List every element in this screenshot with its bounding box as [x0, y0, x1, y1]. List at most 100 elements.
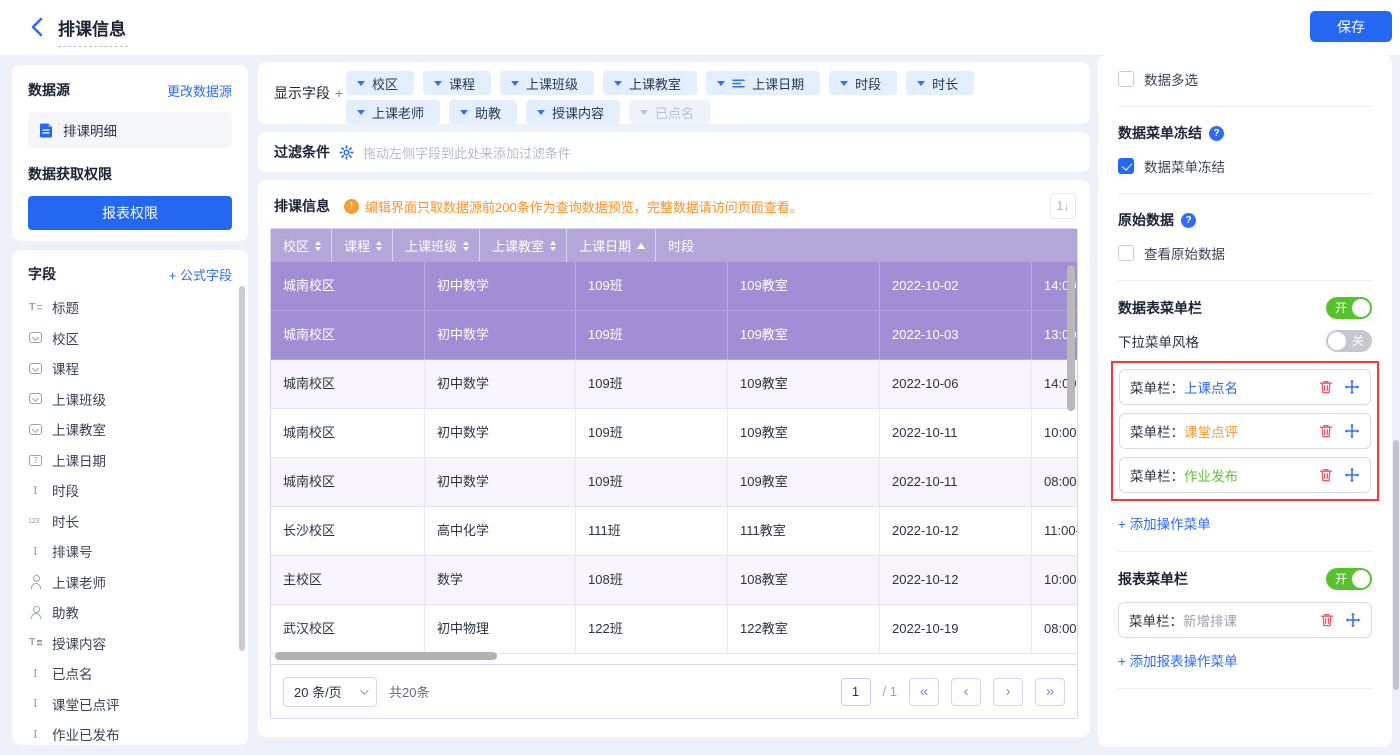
menu-bar-item[interactable]: 菜单栏： 课堂点评 — [1119, 413, 1371, 449]
sort-order-button[interactable]: 1↓ — [1050, 193, 1076, 219]
field-chip-label: 已点名 — [655, 103, 694, 122]
move-icon[interactable] — [1345, 612, 1361, 628]
first-page-button[interactable]: « — [909, 678, 939, 706]
cell-date: 2022-10-03 — [880, 311, 1032, 359]
field-chip[interactable]: 时段 — [829, 71, 897, 95]
add-report-action-menu-link[interactable]: + 添加报表操作菜单 — [1118, 650, 1238, 670]
trash-icon[interactable] — [1318, 467, 1334, 483]
freeze-option[interactable]: 数据菜单冻结 — [1118, 156, 1372, 176]
checkbox-icon[interactable] — [1118, 158, 1134, 174]
prev-page-button[interactable]: ‹ — [951, 678, 981, 706]
trash-icon[interactable] — [1318, 423, 1334, 439]
report-permission-button[interactable]: 报表权限 — [28, 196, 232, 230]
field-chip[interactable]: 上课班级 — [500, 71, 594, 95]
fields-scrollbar[interactable] — [239, 286, 245, 651]
menu-bar-item[interactable]: 菜单栏： 作业发布 — [1119, 457, 1371, 493]
field-chip[interactable]: 上课日期 — [706, 71, 820, 95]
add-action-menu-link[interactable]: + 添加操作菜单 — [1118, 513, 1211, 533]
table-header-row: 校区 课程 上课班级 上课教室 — [271, 229, 1077, 262]
field-list: 标题 校区 课程 上课班级 上课教室 上 — [28, 292, 232, 745]
menu-bar-item[interactable]: 菜单栏： 新增排课 — [1118, 602, 1372, 638]
column-header[interactable]: 上课日期 — [567, 229, 656, 262]
table-row[interactable]: 城南校区 初中数学 109班 109教室 2022-10-11 08:00-0 — [271, 458, 1077, 507]
table-row[interactable]: 城南校区 初中数学 109班 109教室 2022-10-02 14:00-1 — [271, 262, 1077, 311]
field-item[interactable]: 标题 — [28, 292, 232, 323]
table-vertical-scrollbar[interactable] — [1067, 265, 1075, 411]
move-icon[interactable] — [1344, 467, 1360, 483]
page-number-input[interactable]: 1 — [841, 678, 871, 706]
field-item[interactable]: 上课日期 — [28, 445, 232, 476]
sort-both-icon[interactable] — [315, 241, 321, 251]
datasource-item[interactable]: 排课明细 — [28, 112, 232, 148]
sort-asc-icon[interactable] — [637, 243, 645, 249]
field-chip[interactable]: 助教 — [449, 100, 517, 124]
back-icon[interactable] — [26, 15, 50, 39]
sort-both-icon[interactable] — [376, 241, 382, 251]
page-size-select[interactable]: 20 条/页 — [283, 677, 377, 707]
column-header[interactable]: 校区 — [271, 229, 332, 262]
field-item[interactable]: 时长 — [28, 506, 232, 537]
sort-both-icon[interactable] — [463, 241, 469, 251]
field-chip[interactable]: 校区 — [346, 71, 414, 95]
table-row[interactable]: 城南校区 初中数学 109班 109教室 2022-10-06 14:00-1 — [271, 360, 1077, 409]
field-item[interactable]: 课程 — [28, 353, 232, 384]
gear-icon[interactable] — [339, 145, 354, 160]
checkbox-icon[interactable] — [1118, 71, 1134, 87]
add-formula-field-link[interactable]: + 公式字段 — [169, 265, 232, 284]
dropdown-style-toggle[interactable]: 关 — [1326, 330, 1372, 352]
field-item[interactable]: 授课内容 — [28, 628, 232, 659]
add-display-field-button[interactable]: + — [335, 85, 343, 101]
data-menu-toggle[interactable]: 开 — [1326, 297, 1372, 319]
multi-select-option[interactable]: 数据多选 — [1118, 69, 1372, 89]
field-item[interactable]: 已点名 — [28, 658, 232, 689]
field-item[interactable]: 校区 — [28, 323, 232, 354]
field-item[interactable]: 上课老师 — [28, 567, 232, 598]
table-row[interactable]: 武汉校区 初中物理 122班 122教室 2022-10-19 08:00-0 — [271, 605, 1077, 654]
field-item[interactable]: 排课号 — [28, 536, 232, 567]
field-chip[interactable]: 上课老师 — [346, 100, 440, 124]
window-scrollbar[interactable] — [1393, 440, 1399, 690]
report-menu-toggle[interactable]: 开 — [1326, 568, 1372, 590]
field-chip[interactable]: 时长 — [906, 71, 974, 95]
field-chip[interactable]: 课程 — [423, 71, 491, 95]
field-item[interactable]: 上课班级 — [28, 384, 232, 415]
trash-icon[interactable] — [1319, 612, 1335, 628]
field-item[interactable]: 助教 — [28, 597, 232, 628]
cell-course: 初中数学 — [425, 409, 576, 457]
column-header[interactable]: 上课班级 — [393, 229, 480, 262]
field-item[interactable]: 上课教室 — [28, 414, 232, 445]
save-button[interactable]: 保存 — [1310, 11, 1392, 42]
field-chip-label: 校区 — [372, 74, 398, 93]
field-chip-label: 上课教室 — [629, 74, 681, 93]
filter-dropzone[interactable]: 拖动左侧字段到此处来添加过滤条件 — [363, 143, 571, 162]
next-page-button[interactable]: › — [993, 678, 1023, 706]
table-horizontal-scrollbar[interactable] — [275, 652, 497, 660]
field-chip[interactable]: 已点名 — [629, 100, 710, 124]
table-row[interactable]: 主校区 数学 108班 108教室 2022-10-12 10:00-1 — [271, 556, 1077, 605]
menu-bar-item[interactable]: 菜单栏： 上课点名 — [1119, 369, 1371, 405]
last-page-button[interactable]: » — [1035, 678, 1065, 706]
move-icon[interactable] — [1344, 423, 1360, 439]
field-item[interactable]: 作业已发布 — [28, 719, 232, 745]
raw-data-option[interactable]: 查看原始数据 — [1118, 243, 1372, 263]
table-row[interactable]: 长沙校区 高中化学 111班 111教室 2022-10-12 11:00-1 — [271, 507, 1077, 556]
cell-campus: 城南校区 — [271, 409, 425, 457]
trash-icon[interactable] — [1318, 379, 1334, 395]
cell-room: 122教室 — [728, 605, 880, 653]
column-header[interactable]: 课程 — [332, 229, 393, 262]
field-chip[interactable]: 授课内容 — [526, 100, 620, 124]
column-header[interactable]: 上课教室 — [480, 229, 567, 262]
table-row[interactable]: 城南校区 初中数学 109班 109教室 2022-10-11 10:00-1 — [271, 409, 1077, 458]
field-item-label: 授课内容 — [52, 633, 106, 653]
checkbox-icon[interactable] — [1118, 245, 1134, 261]
change-datasource-link[interactable]: 更改数据源 — [167, 81, 232, 100]
field-chip[interactable]: 上课教室 — [603, 71, 697, 95]
help-icon[interactable]: ? — [1209, 126, 1224, 141]
sort-both-icon[interactable] — [550, 241, 556, 251]
field-item[interactable]: 时段 — [28, 475, 232, 506]
move-icon[interactable] — [1344, 379, 1360, 395]
column-header[interactable]: 时段 — [656, 229, 704, 262]
help-icon[interactable]: ? — [1181, 213, 1196, 228]
field-item[interactable]: 课堂已点评 — [28, 689, 232, 720]
table-row[interactable]: 城南校区 初中数学 109班 109教室 2022-10-03 13:00-1 — [271, 311, 1077, 360]
